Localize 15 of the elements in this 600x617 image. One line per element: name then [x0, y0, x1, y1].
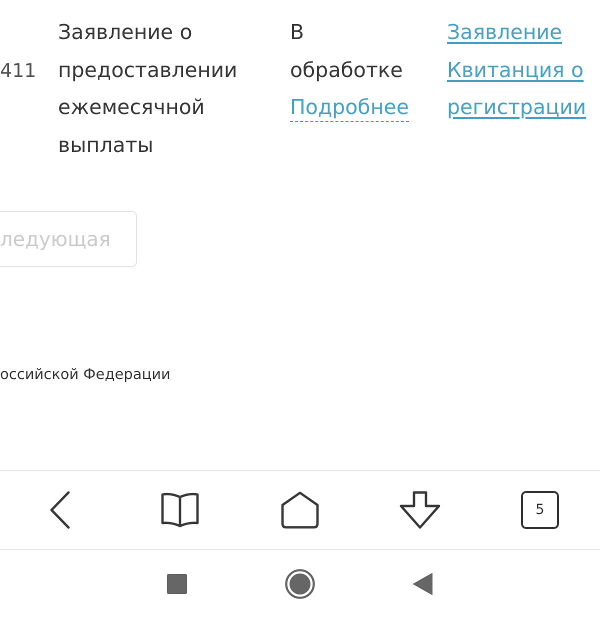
triangle-icon: [413, 572, 433, 594]
circle-icon: [285, 568, 315, 598]
footer-text: оссийской Федерации: [0, 367, 170, 383]
square-icon: [167, 574, 187, 594]
details-link[interactable]: Подробнее: [290, 93, 409, 122]
down-arrow-icon: [399, 491, 441, 529]
chevron-left-icon: [49, 491, 71, 529]
status-text: В обработке: [290, 19, 404, 84]
tabs-button[interactable]: 5: [521, 491, 559, 529]
house-icon: [281, 491, 319, 529]
table-cell: Заявление о предоставлении ежемесячной выплаты: [58, 20, 238, 156]
document-link[interactable]: Заявление: [447, 14, 562, 52]
table-cell: 411: [0, 60, 36, 82]
document-link[interactable]: Квитанция о регистрации: [447, 52, 600, 126]
open-book-icon: [161, 492, 199, 528]
